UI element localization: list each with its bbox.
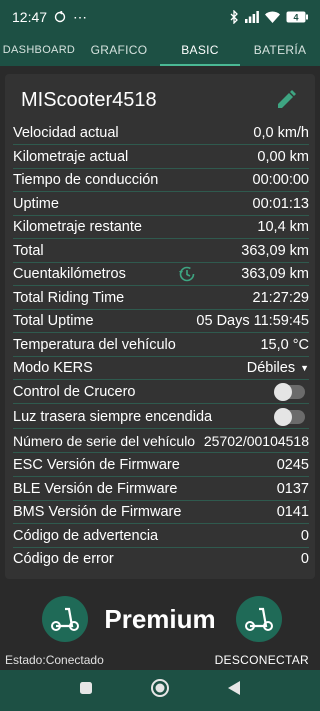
kers-mode-value: Débiles <box>246 359 296 376</box>
row-cuentakilometros: Cuentakilómetros 363,09 km <box>13 262 309 286</box>
row-uptime: Uptime 00:01:13 <box>13 192 309 216</box>
system-navigation-bar <box>0 670 320 711</box>
row-value: 363,09 km <box>241 242 309 259</box>
kers-mode-dropdown[interactable]: Débiles ▼ <box>247 360 309 376</box>
status-bar: 12:47 ⋯ 4 <box>0 0 320 34</box>
row-value: 10,4 km <box>257 218 309 235</box>
tab-basic[interactable]: BASIC <box>160 34 240 66</box>
sync-icon <box>54 11 66 23</box>
row-modo-kers: Modo KERS Débiles ▼ <box>13 356 309 380</box>
more-notifications-icon: ⋯ <box>73 8 88 25</box>
row-label: Modo KERS <box>13 359 93 376</box>
row-control-crucero: Control de Crucero <box>13 380 309 404</box>
row-value: 0,0 km/h <box>253 124 309 141</box>
row-value: 0 <box>300 551 309 567</box>
row-codigo-error: Código de error 0 <box>13 547 309 571</box>
row-label: Velocidad actual <box>13 124 119 141</box>
row-value: 363,09 km <box>241 265 309 282</box>
row-value: 05 Days 11:59:45 <box>196 312 309 329</box>
bluetooth-icon <box>230 10 239 24</box>
row-label: Total Uptime <box>13 312 94 329</box>
toggle-knob <box>274 407 292 426</box>
tab-grafico[interactable]: GRAFICO <box>78 34 160 66</box>
scooter-info-card: MIScooter4518 Velocidad actual 0,0 km/h … <box>5 74 315 579</box>
row-label: BLE Versión de Firmware <box>13 480 178 497</box>
row-value: 00:00:00 <box>252 171 309 188</box>
home-circle-icon[interactable] <box>150 678 170 703</box>
battery-icon: 4 <box>286 11 308 23</box>
caret-down-icon: ▼ <box>300 362 309 373</box>
battery-level: 4 <box>293 13 298 23</box>
row-velocidad-actual: Velocidad actual 0,0 km/h <box>13 121 309 145</box>
tail-light-toggle[interactable] <box>274 407 305 426</box>
row-label: Luz trasera siempre encendida <box>13 408 213 425</box>
row-label: Temperatura del vehículo <box>13 336 176 353</box>
row-kilometraje-actual: Kilometraje actual 0,00 km <box>13 145 309 169</box>
card-header: MIScooter4518 <box>5 74 315 126</box>
row-kilometraje-restante: Kilometraje restante 10,4 km <box>13 215 309 239</box>
row-ble-firmware: BLE Versión de Firmware 0137 <box>13 477 309 501</box>
row-luz-trasera: Luz trasera siempre encendida <box>13 405 309 429</box>
tab-bateria[interactable]: BATERÍA <box>240 34 320 66</box>
status-time: 12:47 <box>12 9 48 25</box>
row-total-uptime: Total Uptime 05 Days 11:59:45 <box>13 309 309 333</box>
row-total-riding-time: Total Riding Time 21:27:29 <box>13 286 309 310</box>
history-icon[interactable] <box>178 265 196 287</box>
row-label: Control de Crucero <box>13 383 136 400</box>
row-numero-serie: Número de serie del vehículo 25702/00104… <box>13 429 309 453</box>
row-label: Cuentakilómetros <box>13 265 126 282</box>
disconnect-button[interactable]: DESCONECTAR <box>215 653 309 667</box>
row-value: 21:27:29 <box>252 289 309 306</box>
row-label: Número de serie del vehículo <box>13 432 196 449</box>
scooter-icon <box>236 596 282 642</box>
row-label: Total <box>13 242 44 259</box>
row-total: Total 363,09 km <box>13 239 309 263</box>
row-label: Código de advertencia <box>13 527 159 544</box>
row-label: Total Riding Time <box>13 289 125 306</box>
premium-banner[interactable]: Premium <box>0 588 320 650</box>
scooter-name: MIScooter4518 <box>21 88 157 111</box>
row-codigo-advertencia: Código de advertencia 0 <box>13 524 309 548</box>
tab-bar: DASHBOARD GRAFICO BASIC BATERÍA <box>0 34 320 66</box>
recents-square-icon[interactable] <box>79 681 93 700</box>
row-label: Kilometraje restante <box>13 218 142 235</box>
row-label: BMS Versión de Firmware <box>13 503 182 520</box>
edit-name-pencil-icon[interactable] <box>273 87 299 113</box>
row-value: 0 <box>300 527 309 544</box>
row-esc-firmware: ESC Versión de Firmware 0245 <box>13 453 309 477</box>
row-value: 0141 <box>276 503 309 520</box>
row-label: Código de error <box>13 551 114 567</box>
row-value: 0137 <box>276 480 309 497</box>
row-bms-firmware: BMS Versión de Firmware 0141 <box>13 500 309 524</box>
toggle-knob <box>274 382 292 401</box>
row-tiempo-conduccion: Tiempo de conducción 00:00:00 <box>13 168 309 192</box>
cellular-signal-icon <box>245 11 259 23</box>
row-temperatura: Temperatura del vehículo 15,0 °C <box>13 333 309 357</box>
tab-dashboard[interactable]: DASHBOARD <box>0 34 78 66</box>
row-value: 0245 <box>276 456 309 473</box>
row-label: Kilometraje actual <box>13 148 129 165</box>
row-label: Uptime <box>13 195 59 212</box>
cruise-control-toggle[interactable] <box>274 382 305 401</box>
wifi-icon <box>265 11 280 23</box>
row-label: ESC Versión de Firmware <box>13 456 180 473</box>
row-value: 15,0 °C <box>260 336 309 353</box>
back-triangle-icon[interactable] <box>227 680 241 701</box>
row-value: 00:01:13 <box>252 195 309 212</box>
row-label: Tiempo de conducción <box>13 171 159 188</box>
connection-state: Estado:Conectado <box>5 653 104 667</box>
connection-status-bar: Estado:Conectado DESCONECTAR <box>0 650 320 670</box>
row-value: 25702/00104518 <box>203 432 309 449</box>
row-value: 0,00 km <box>257 148 309 165</box>
